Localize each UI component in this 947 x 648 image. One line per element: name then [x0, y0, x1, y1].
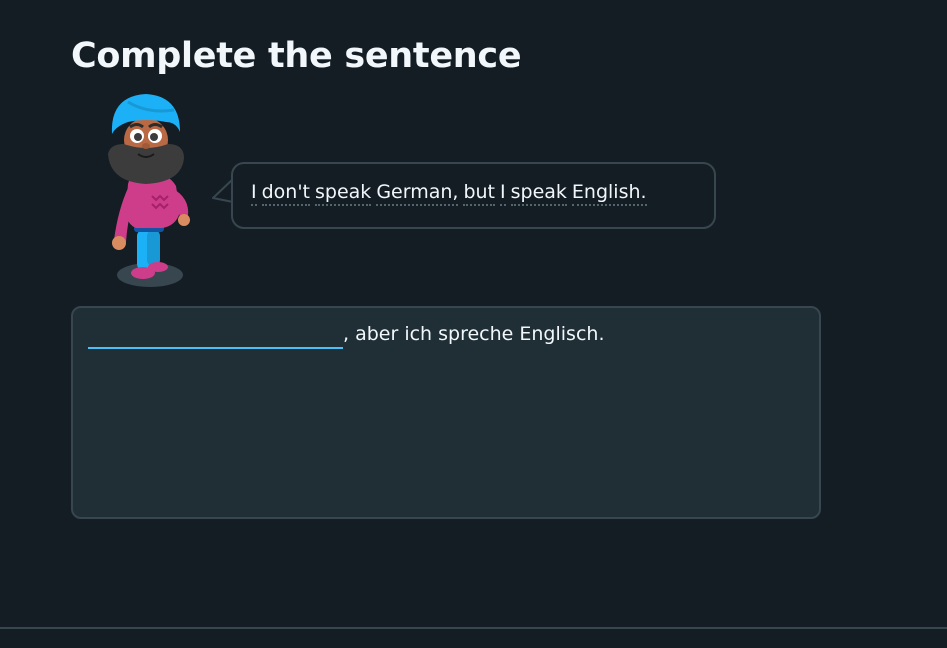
prompt-word[interactable]: speak — [315, 181, 372, 206]
answer-panel: , aber ich spreche Englisch. — [71, 306, 821, 519]
character-nose — [142, 143, 150, 149]
page-title: Complete the sentence — [71, 36, 522, 76]
character-pupil — [150, 133, 158, 141]
character-beard — [108, 144, 184, 184]
prompt-word[interactable]: I — [500, 181, 506, 206]
character-hand — [112, 236, 126, 250]
exercise-page: Complete the sentence I don't speak Germ… — [0, 0, 947, 648]
answer-blank-input[interactable] — [88, 319, 343, 349]
prompt-sentence: Idon't speak German, but Ispeak English. — [251, 181, 647, 206]
speech-bubble: Idon't speak German, but Ispeak English. — [231, 162, 716, 229]
character-pupil — [134, 133, 142, 141]
character-hand — [178, 214, 190, 226]
sentence-rest: , aber ich spreche Englisch. — [343, 323, 605, 345]
prompt-word[interactable]: but — [463, 181, 495, 206]
prompt-word[interactable]: I — [251, 181, 257, 206]
answer-sentence: , aber ich spreche Englisch. — [88, 319, 604, 349]
prompt-word[interactable]: speak — [510, 181, 567, 206]
character-leg — [147, 230, 160, 266]
prompt-word[interactable]: don't — [261, 181, 311, 206]
character-illustration — [108, 94, 190, 287]
footer-divider — [0, 627, 947, 629]
prompt-word[interactable]: English. — [571, 181, 647, 206]
character-shoe — [148, 262, 168, 272]
prompt-word[interactable]: German, — [376, 181, 459, 206]
